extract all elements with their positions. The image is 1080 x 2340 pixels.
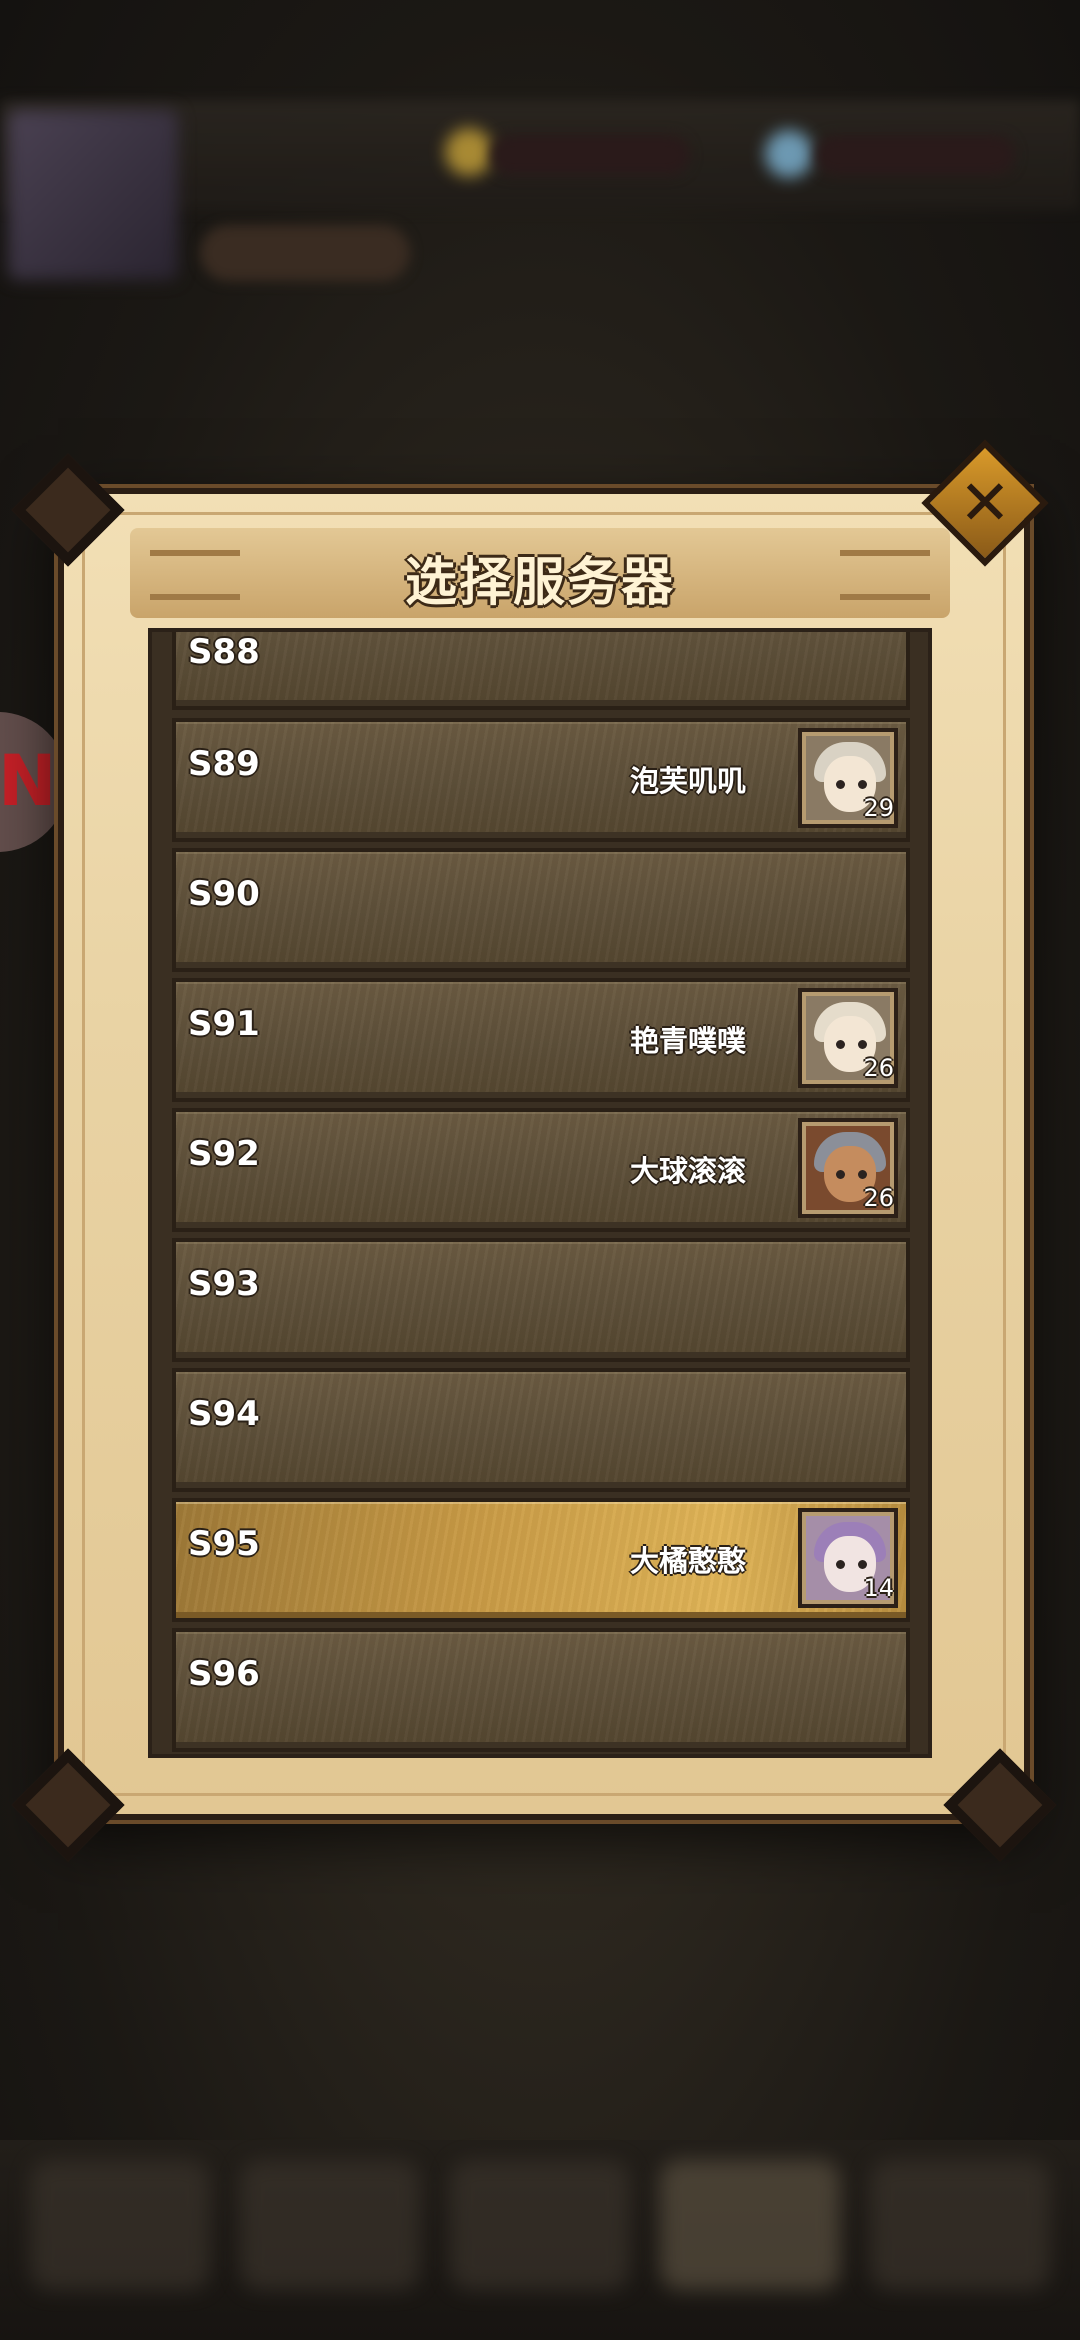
player-name: 艳青噗噗 xyxy=(629,1024,746,1058)
server-id: S89 xyxy=(188,744,260,784)
blurred-player-avatar xyxy=(8,110,178,280)
server-row-s96[interactable]: S96 xyxy=(172,1628,910,1752)
server-row-s88[interactable]: S88 xyxy=(172,632,910,710)
blurred-coin-counter xyxy=(490,135,690,175)
blurred-gem-counter xyxy=(815,135,1015,175)
player-level: 29 xyxy=(863,794,894,822)
server-row-s93[interactable]: S93 xyxy=(172,1238,910,1362)
coin-icon xyxy=(445,128,493,176)
nav-tab-icon xyxy=(870,2160,1050,2290)
server-id: S88 xyxy=(188,632,260,672)
player-name: 大球滚滚 xyxy=(629,1154,746,1188)
server-row-s91[interactable]: S91 艳青噗噗 26 xyxy=(172,978,910,1102)
nav-tab-icon xyxy=(450,2160,630,2290)
event-logo-icon: N xyxy=(0,740,57,822)
player-level: 14 xyxy=(863,1574,894,1602)
server-id: S95 xyxy=(188,1524,260,1564)
player-name: 大橘憨憨 xyxy=(629,1544,746,1578)
server-id: S96 xyxy=(188,1654,260,1694)
server-row-s90[interactable]: S90 xyxy=(172,848,910,972)
server-id: S92 xyxy=(188,1134,260,1174)
nav-tab-icon xyxy=(30,2160,210,2290)
player-level: 26 xyxy=(863,1184,894,1212)
blurred-medal-badge xyxy=(200,225,410,281)
player-level: 26 xyxy=(863,1054,894,1082)
server-row-s95-selected[interactable]: S95 大橘憨憨 14 xyxy=(172,1498,910,1622)
server-id: S93 xyxy=(188,1264,260,1304)
server-row-s89[interactable]: S89 泡芙叽叽 29 xyxy=(172,718,910,842)
player-name: 泡芙叽叽 xyxy=(629,764,746,798)
nav-tab-icon xyxy=(240,2160,420,2290)
close-icon: ✕ xyxy=(959,466,1011,539)
nav-tab-icon xyxy=(660,2160,840,2290)
gem-icon xyxy=(765,130,813,178)
server-id: S90 xyxy=(188,874,260,914)
server-id: S91 xyxy=(188,1004,260,1044)
server-row-s94[interactable]: S94 xyxy=(172,1368,910,1492)
server-list[interactable]: S88 S89 泡芙叽叽 29 S90 S91 艳青噗噗 26 S92 大球滚滚 xyxy=(148,628,932,1758)
server-id: S94 xyxy=(188,1394,260,1434)
server-row-s92[interactable]: S92 大球滚滚 26 xyxy=(172,1108,910,1232)
dialog-title: 选择服务器 xyxy=(404,553,675,613)
